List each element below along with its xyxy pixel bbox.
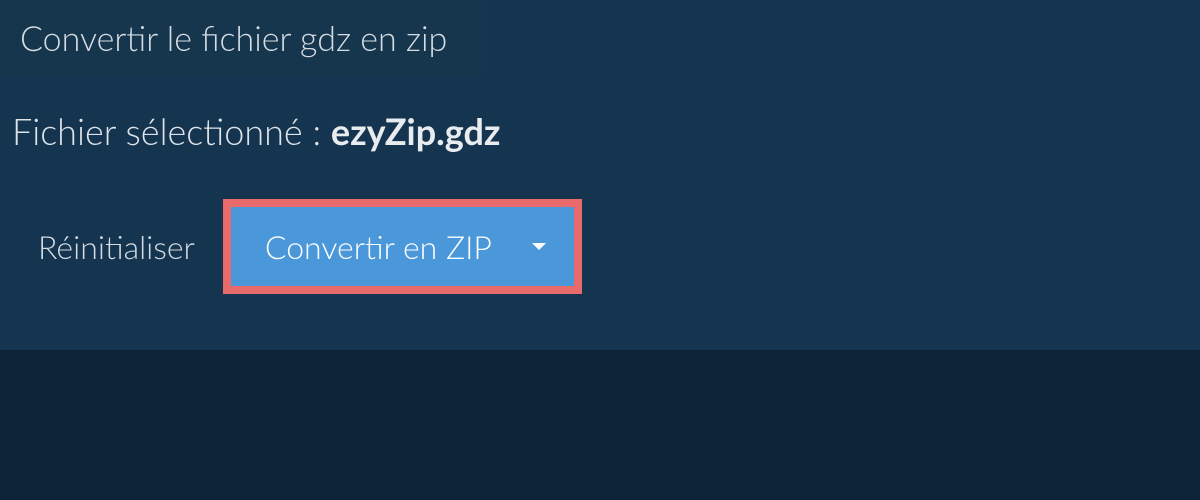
converter-panel: Convertir le fichier gdz en zip Fichier … xyxy=(0,0,1200,350)
selected-file-info: Fichier sélectionné : ezyZip.gdz xyxy=(0,77,1200,153)
actions-row: Réinitialiser Convertir en ZIP xyxy=(0,153,1200,294)
selected-file-name: ezyZip.gdz xyxy=(331,109,501,153)
convert-button-highlight: Convertir en ZIP xyxy=(223,199,582,294)
convert-button[interactable]: Convertir en ZIP xyxy=(231,207,574,286)
tab-convert-gdz-zip[interactable]: Convertir le fichier gdz en zip xyxy=(0,0,481,77)
chevron-down-icon xyxy=(532,243,546,250)
tab-title: Convertir le fichier gdz en zip xyxy=(20,18,447,59)
reset-button-label: Réinitialiser xyxy=(38,227,195,266)
selected-file-label: Fichier sélectionné : xyxy=(12,109,331,153)
convert-button-label: Convertir en ZIP xyxy=(265,227,492,266)
reset-button[interactable]: Réinitialiser xyxy=(38,227,195,266)
